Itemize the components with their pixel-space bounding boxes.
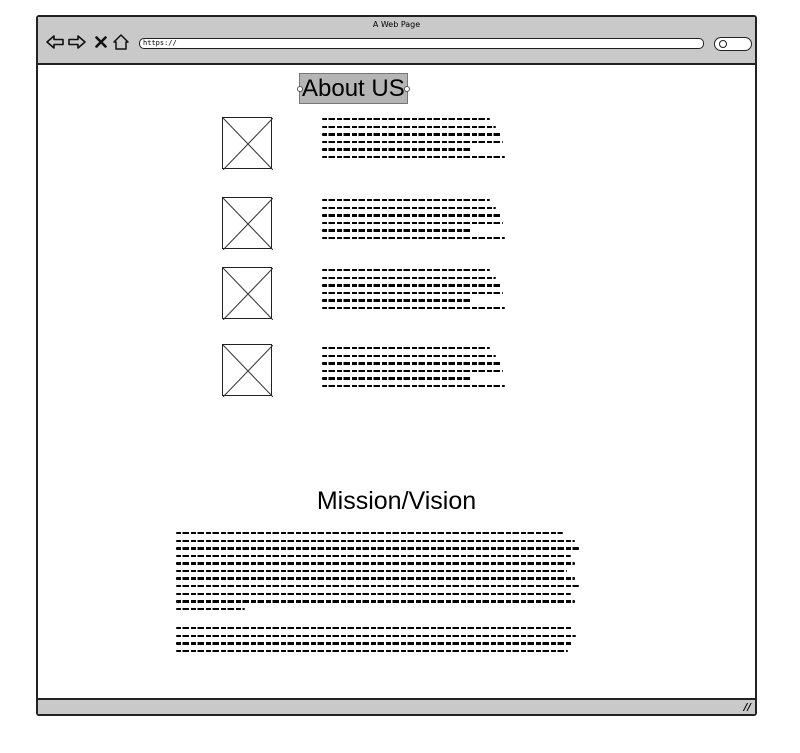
about-heading: About US bbox=[297, 73, 410, 104]
browser-window: A Web Page https:// About US Mission/Vis… bbox=[36, 15, 757, 716]
image-placeholder bbox=[222, 197, 273, 250]
image-placeholder bbox=[222, 344, 273, 397]
about-item-3-text bbox=[322, 269, 505, 314]
about-item-1-text bbox=[322, 118, 505, 163]
address-bar[interactable]: https:// bbox=[139, 38, 704, 49]
close-icon[interactable] bbox=[92, 33, 110, 51]
about-item-2-text bbox=[322, 199, 505, 244]
image-placeholder bbox=[222, 267, 273, 320]
selection-handle-right[interactable] bbox=[403, 86, 410, 92]
image-placeholder bbox=[222, 117, 273, 170]
selection-handle-left[interactable] bbox=[297, 86, 303, 92]
window-title: A Web Page bbox=[372, 20, 421, 29]
mission-paragraph-2 bbox=[176, 627, 576, 657]
page-content: About US Mission/Vision bbox=[38, 65, 755, 698]
back-arrow-icon[interactable] bbox=[46, 33, 64, 51]
about-heading-text: About US bbox=[302, 75, 405, 102]
search-icon bbox=[719, 40, 727, 48]
home-icon[interactable] bbox=[112, 33, 130, 51]
browser-toolbar: A Web Page https:// bbox=[38, 17, 755, 65]
about-item-4-text bbox=[322, 347, 505, 392]
status-bar: // bbox=[38, 698, 755, 714]
forward-arrow-icon[interactable] bbox=[68, 33, 86, 51]
mission-heading: Mission/Vision bbox=[316, 487, 477, 515]
address-bar-text: https:// bbox=[143, 39, 177, 47]
mission-paragraph-1 bbox=[176, 532, 579, 615]
resize-grip-icon[interactable]: // bbox=[744, 702, 751, 713]
search-box[interactable] bbox=[714, 37, 752, 51]
